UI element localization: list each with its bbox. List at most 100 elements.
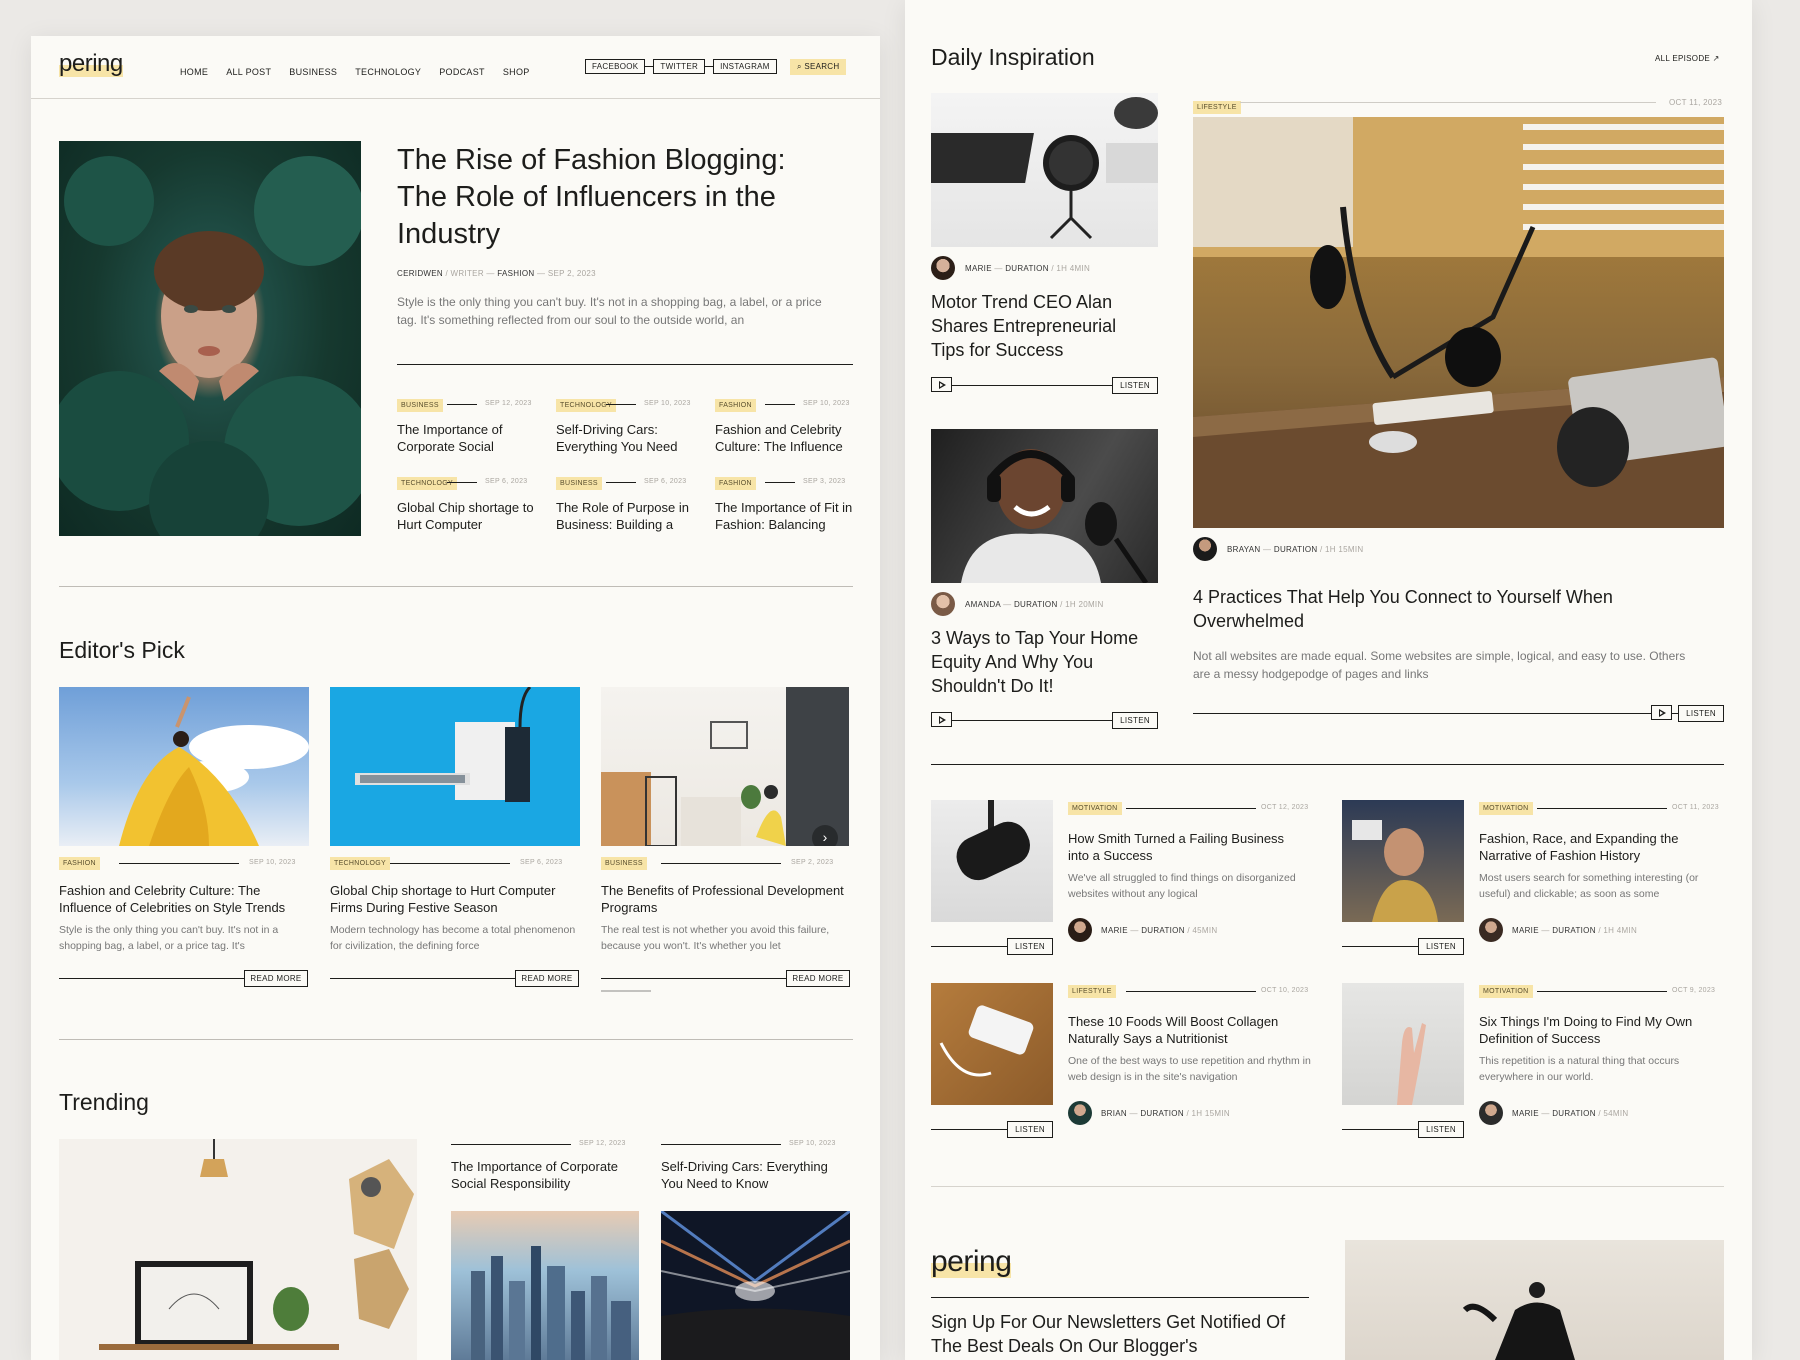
- listen-button[interactable]: LISTEN: [1418, 1121, 1464, 1138]
- episode-author[interactable]: BRIAN: [1101, 1109, 1127, 1118]
- episode-thumbnail[interactable]: [1342, 800, 1464, 922]
- avatar[interactable]: [931, 592, 955, 616]
- nav-shop[interactable]: SHOP: [503, 67, 530, 77]
- avatar[interactable]: [1193, 537, 1217, 561]
- episode-title[interactable]: Six Things I'm Doing to Find My Own Defi…: [1479, 1013, 1719, 1047]
- episode-title[interactable]: These 10 Foods Will Boost Collagen Natur…: [1068, 1013, 1308, 1047]
- read-more-button[interactable]: READ MORE: [244, 970, 308, 987]
- podcast-2-title[interactable]: 3 Ways to Tap Your Home Equity And Why Y…: [931, 626, 1158, 698]
- carousel-next-button[interactable]: ›: [812, 825, 838, 846]
- category-tag[interactable]: BUSINESS: [397, 399, 443, 412]
- feature-progress[interactable]: [1193, 713, 1724, 714]
- feature-image[interactable]: [1193, 117, 1724, 528]
- pick-image-3[interactable]: ›: [601, 687, 849, 846]
- podcast-1-author[interactable]: MARIE: [965, 264, 992, 273]
- play-icon[interactable]: [931, 377, 952, 392]
- all-episode-link[interactable]: ALL EPISODE ↗: [1655, 54, 1720, 63]
- hero-category[interactable]: FASHION: [497, 269, 534, 278]
- post-title[interactable]: Global Chip shortage to Hurt Computer: [397, 499, 537, 533]
- category-tag[interactable]: MOTIVATION: [1068, 802, 1122, 815]
- listen-button[interactable]: LISTEN: [1007, 1121, 1053, 1138]
- feature-author[interactable]: BRAYAN: [1227, 545, 1261, 554]
- duration-label: DURATION: [1552, 1109, 1596, 1118]
- category-tag[interactable]: FASHION: [715, 399, 756, 412]
- trending-title[interactable]: Self-Driving Cars: Everything You Need t…: [661, 1158, 851, 1192]
- category-tag[interactable]: BUSINESS: [601, 857, 647, 870]
- post-title[interactable]: The Role of Purpose in Business: Buildin…: [556, 499, 696, 533]
- twitter-link[interactable]: TWITTER: [653, 59, 706, 74]
- category-tag[interactable]: TECHNOLOGY: [397, 477, 458, 490]
- facebook-link[interactable]: FACEBOOK: [585, 59, 646, 74]
- nav-technology[interactable]: TECHNOLOGY: [355, 67, 421, 77]
- post-title[interactable]: Fashion and Celebrity Culture: The Influ…: [715, 421, 855, 455]
- episode-author[interactable]: MARIE: [1512, 1109, 1539, 1118]
- post-date: SEP 12, 2023: [579, 1140, 626, 1147]
- site-logo[interactable]: pering: [59, 50, 123, 78]
- listen-button[interactable]: LISTEN: [1007, 938, 1053, 955]
- episode-author[interactable]: MARIE: [1101, 926, 1128, 935]
- category-tag[interactable]: LIFESTYLE: [1068, 985, 1116, 998]
- listen-button[interactable]: LISTEN: [1112, 712, 1158, 729]
- category-tag[interactable]: TECHNOLOGY: [556, 399, 617, 412]
- avatar[interactable]: [1479, 918, 1503, 942]
- podcast-1-meta: MARIE — DURATION / 1H 4MIN: [965, 264, 1091, 273]
- avatar[interactable]: [931, 256, 955, 280]
- play-icon[interactable]: [1651, 705, 1672, 720]
- hero-author[interactable]: CERIDWEN: [397, 269, 443, 278]
- post-title[interactable]: Self-Driving Cars: Everything You Need: [556, 421, 696, 455]
- nav-podcast[interactable]: PODCAST: [439, 67, 485, 77]
- category-tag[interactable]: TECHNOLOGY: [330, 857, 391, 870]
- trending-image-city[interactable]: [451, 1211, 639, 1360]
- episode-title[interactable]: Fashion, Race, and Expanding the Narrati…: [1479, 830, 1719, 864]
- card-title[interactable]: Fashion and Celebrity Culture: The Influ…: [59, 882, 307, 916]
- episode-title[interactable]: How Smith Turned a Failing Business into…: [1068, 830, 1308, 864]
- category-tag[interactable]: MOTIVATION: [1479, 985, 1533, 998]
- instagram-link[interactable]: INSTAGRAM: [713, 59, 777, 74]
- episode-thumbnail[interactable]: [931, 800, 1053, 922]
- pick-image-2[interactable]: [330, 687, 580, 846]
- podcast-image-2[interactable]: [931, 429, 1158, 583]
- category-tag[interactable]: FASHION: [715, 477, 756, 490]
- pick-image-1[interactable]: [59, 687, 309, 846]
- feature-title[interactable]: 4 Practices That Help You Connect to You…: [1193, 585, 1693, 633]
- category-tag[interactable]: MOTIVATION: [1479, 802, 1533, 815]
- avatar[interactable]: [1479, 1101, 1503, 1125]
- episode-meta: MARIE — DURATION / 1H 4MIN: [1512, 926, 1638, 935]
- nav-home[interactable]: HOME: [180, 67, 208, 77]
- trending-main-image[interactable]: [59, 1139, 417, 1360]
- post-title[interactable]: The Importance of Fit in Fashion: Balanc…: [715, 499, 855, 533]
- nav-business[interactable]: BUSINESS: [289, 67, 337, 77]
- read-more-button[interactable]: READ MORE: [786, 970, 850, 987]
- episode-thumbnail[interactable]: [1342, 983, 1464, 1105]
- carousel-scrollbar[interactable]: [601, 990, 651, 992]
- podcast-2-author[interactable]: AMANDA: [965, 600, 1001, 609]
- trending-title[interactable]: The Importance of Corporate Social Respo…: [451, 1158, 641, 1192]
- meta-line: [1126, 808, 1256, 809]
- episode-author[interactable]: MARIE: [1512, 926, 1539, 935]
- read-more-button[interactable]: READ MORE: [515, 970, 579, 987]
- card-title[interactable]: The Benefits of Professional Development…: [601, 882, 849, 916]
- newsletter-divider: [931, 1297, 1309, 1298]
- post-date: SEP 2, 2023: [791, 859, 834, 866]
- category-tag[interactable]: FASHION: [59, 857, 100, 870]
- play-icon[interactable]: [931, 712, 952, 727]
- search-button[interactable]: ⌕ SEARCH: [790, 59, 847, 75]
- avatar[interactable]: [1068, 918, 1092, 942]
- podcast-1-title[interactable]: Motor Trend CEO Alan Shares Entrepreneur…: [931, 290, 1151, 362]
- avatar[interactable]: [1068, 1101, 1092, 1125]
- nav-all-post[interactable]: ALL POST: [226, 67, 271, 77]
- category-tag[interactable]: BUSINESS: [556, 477, 602, 490]
- card-title[interactable]: Global Chip shortage to Hurt Computer Fi…: [330, 882, 578, 916]
- hero-title[interactable]: The Rise of Fashion Blogging: The Role o…: [397, 142, 817, 253]
- listen-button[interactable]: LISTEN: [1112, 377, 1158, 394]
- podcast-image-1[interactable]: [931, 93, 1158, 247]
- newsletter-logo[interactable]: pering: [931, 1245, 1012, 1279]
- trending-image-car[interactable]: [661, 1211, 850, 1360]
- listen-button[interactable]: LISTEN: [1678, 705, 1724, 722]
- post-title[interactable]: The Importance of Corporate Social: [397, 421, 537, 455]
- episode-thumbnail[interactable]: [931, 983, 1053, 1105]
- listen-button[interactable]: LISTEN: [1418, 938, 1464, 955]
- feature-tag[interactable]: LIFESTYLE: [1193, 96, 1241, 114]
- hero-image[interactable]: [59, 141, 361, 536]
- header-divider: [31, 98, 880, 99]
